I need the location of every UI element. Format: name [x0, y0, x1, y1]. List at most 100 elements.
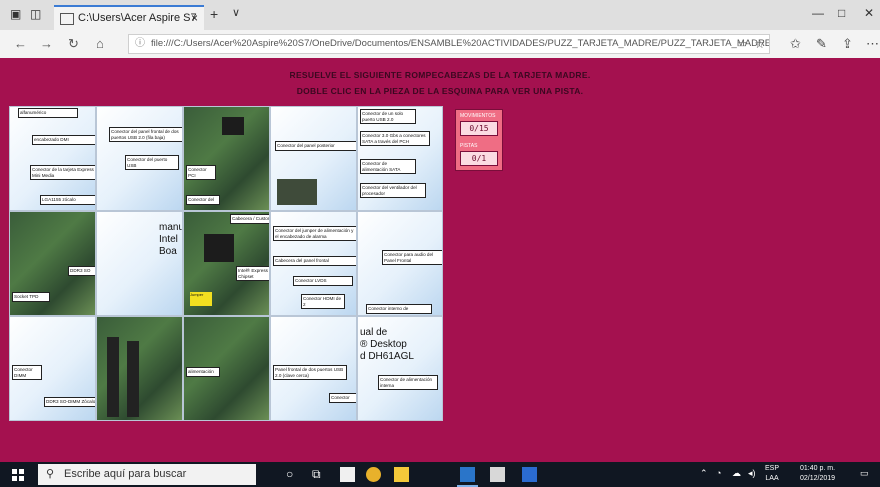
refresh-icon[interactable]: ↻: [68, 36, 79, 52]
language: ESP: [765, 465, 780, 472]
puzzle-piece[interactable]: DDR3 SO Socket TPD: [9, 211, 96, 316]
piece-label: Conector del panel frontal de dos puerto…: [109, 127, 182, 142]
puzzle-piece[interactable]: manual Intel Boa: [96, 211, 183, 316]
edge-icon[interactable]: [457, 467, 478, 487]
windows-start-icon[interactable]: [12, 469, 24, 481]
address-bar-row: ← → ↻ ⌂ ⓘ file:///C:/Users/Acer%20Aspire…: [0, 30, 880, 59]
dimm-slot-image: [127, 341, 139, 417]
puzzle-piece[interactable]: alimentación: [183, 316, 270, 421]
puzzle-piece[interactable]: Conector PCI Conector del: [183, 106, 270, 211]
file-explorer-icon[interactable]: [394, 467, 409, 482]
date: 02/12/2019: [800, 475, 836, 482]
windows-taskbar: ⚲ Escribe aquí para buscar ○ ⧉ ⌃ ◔ ☁ ◂) …: [0, 462, 880, 487]
puzzle-piece[interactable]: alfanumérico encabezado DMI Conector de …: [9, 106, 96, 211]
notifications-icon[interactable]: ▭: [860, 468, 869, 479]
tab-dropdown-icon[interactable]: ∨: [232, 6, 240, 19]
puzzle-piece[interactable]: Conector de un solo puerto USB 2.0 Conec…: [357, 106, 443, 211]
language-sub: LAA: [765, 475, 779, 482]
piece-label: Cabecera del panel frontal: [273, 256, 356, 266]
info-icon[interactable]: ⓘ: [135, 35, 145, 53]
puzzle-page: RESUELVE EL SIGUIENTE ROMPECABEZAS DE LA…: [0, 58, 880, 462]
back-icon[interactable]: ←: [14, 36, 27, 51]
puzzle-piece[interactable]: Conector del panel posterior: [270, 106, 357, 211]
piece-label: DDR3 SO-DIMM Zócalo: [44, 397, 95, 407]
tab-preview-icon[interactable]: ◫: [30, 7, 41, 21]
minimize-icon[interactable]: —: [812, 6, 824, 20]
cortana-icon[interactable]: ○: [286, 467, 301, 482]
connector-image: [277, 179, 317, 205]
piece-label: Panel frontal de dos puertos USB 2.0 (cl…: [273, 365, 347, 380]
piece-label: Socket TPD: [12, 292, 50, 302]
piece-label: Conector de la tarjeta Express Mini Medi…: [30, 165, 95, 180]
taskbar-search-input[interactable]: ⚲ Escribe aquí para buscar: [38, 464, 256, 485]
puzzle-piece[interactable]: Conector del jumper de alimentación y el…: [270, 211, 357, 316]
home-icon[interactable]: ⌂: [96, 36, 104, 51]
forward-icon[interactable]: →: [40, 36, 53, 51]
share-icon[interactable]: ⇪: [842, 36, 853, 52]
piece-label: Conector del ventilador del procesador: [360, 183, 426, 198]
pen-icon[interactable]: ✎: [816, 36, 827, 52]
dimm-slot-image: [107, 337, 119, 417]
piece-label: Conector de un solo puerto USB 2.0: [360, 109, 416, 124]
chrome-icon[interactable]: [366, 467, 381, 482]
tray-chevron-icon[interactable]: ⌃: [700, 468, 708, 479]
puzzle-piece[interactable]: [96, 316, 183, 421]
piece-label: Conector 3.0 Gbs a conectores SATA a tra…: [360, 131, 430, 146]
puzzle-piece[interactable]: Conector para audio del Panel Frontal Co…: [357, 211, 443, 316]
puzzle-piece[interactable]: Conector DIMM DDR3 SO-DIMM Zócalo: [9, 316, 96, 421]
store-icon[interactable]: [340, 467, 355, 482]
piece-label: Conector del panel posterior: [275, 141, 356, 151]
piece-label: Conector LVDS: [293, 276, 353, 286]
network-icon[interactable]: ◔: [716, 468, 721, 478]
new-tab-button[interactable]: +: [210, 6, 218, 22]
hints-value: 0/1: [460, 151, 498, 166]
favorites-hub-icon[interactable]: ✩: [790, 36, 801, 52]
time: 01:40 p. m.: [800, 465, 836, 472]
moves-label: MOVIMIENTOS: [460, 113, 496, 119]
language-indicator[interactable]: ESP LAA: [765, 464, 779, 484]
puzzle-piece[interactable]: Cabecera / Custom Intel® Express Chipset…: [183, 211, 270, 316]
piece-label: LGA1155 zócalo: [40, 195, 95, 205]
manual-title-fragment: ® Desktop: [360, 339, 407, 350]
more-icon[interactable]: ⋯: [866, 36, 879, 52]
tab-close-icon[interactable]: ×: [191, 7, 198, 29]
manual-title-fragment: Intel: [159, 234, 178, 245]
page-icon: [60, 13, 74, 25]
close-window-icon[interactable]: ✕: [864, 6, 874, 20]
volume-icon[interactable]: ◂): [748, 468, 756, 479]
browser-tab[interactable]: C:\Users\Acer Aspire S7 ×: [54, 5, 204, 30]
favorite-star-icon[interactable]: ☆: [754, 35, 765, 53]
reading-view-icon[interactable]: ▭: [737, 35, 747, 53]
manual-title-fragment: manual: [159, 222, 182, 233]
maximize-icon[interactable]: □: [838, 6, 845, 20]
url-input[interactable]: ⓘ file:///C:/Users/Acer%20Aspire%20S7/On…: [128, 34, 770, 54]
piece-label: Cabecera / Custom: [230, 214, 269, 224]
manual-title-fragment: Boa: [159, 246, 177, 257]
word-icon[interactable]: [522, 467, 537, 482]
piece-label: Jumper: [190, 292, 212, 306]
photos-icon[interactable]: [490, 467, 505, 482]
puzzle-piece[interactable]: ual de ® Desktop d DH61AGL Conector de a…: [357, 316, 443, 421]
piece-label: Conector del: [186, 195, 220, 205]
piece-label: Conector de alimentación interna: [378, 375, 438, 390]
piece-label: alfanumérico: [18, 108, 78, 118]
instruction-line-2: DOBLE CLIC EN LA PIEZA DE LA ESQUINA PAR…: [296, 86, 584, 96]
piece-label: DDR3 SO: [68, 266, 95, 276]
chipset-image: [204, 234, 234, 262]
piece-label: Intel® Express Chipset: [236, 266, 269, 281]
piece-label: Conector del puerto USB: [125, 155, 179, 170]
piece-label: Conector interno de: [366, 304, 432, 314]
tab-title: C:\Users\Acer Aspire S7: [78, 12, 197, 24]
puzzle-piece[interactable]: Conector del panel frontal de dos puerto…: [96, 106, 183, 211]
cloud-icon[interactable]: ☁: [732, 468, 741, 479]
piece-label: Conector del jumper de alimentación y el…: [273, 226, 356, 241]
puzzle-piece[interactable]: Panel frontal de dos puertos USB 2.0 (cl…: [270, 316, 357, 421]
manual-title-fragment: d DH61AGL: [360, 351, 414, 362]
task-view-icon[interactable]: ⧉: [312, 467, 327, 482]
set-aside-tabs-icon[interactable]: ▣: [10, 7, 21, 21]
piece-label: Conector HDMI de 2: [301, 294, 345, 309]
hints-label: PISTAS: [460, 143, 478, 149]
taskbar-clock[interactable]: 01:40 p. m. 02/12/2019: [800, 464, 835, 484]
piece-label: Conector: [329, 393, 356, 403]
piece-label: Conector PCI: [186, 165, 216, 180]
